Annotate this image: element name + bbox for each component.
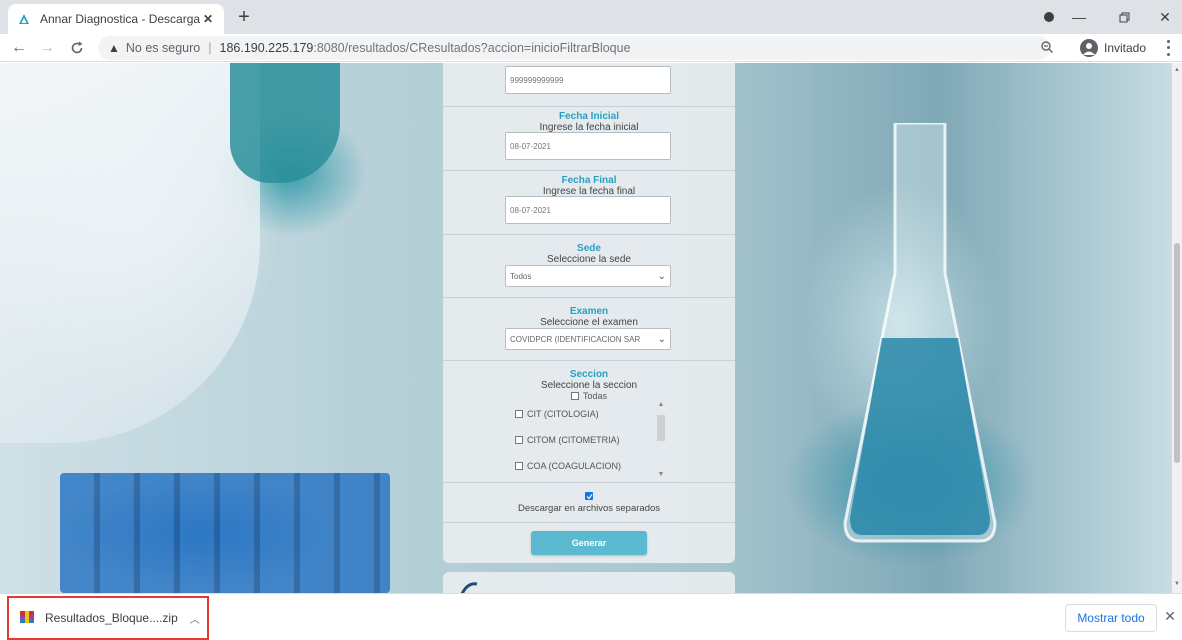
seccion-label: Seccion [569, 369, 609, 380]
avatar-icon [1080, 39, 1098, 57]
chevron-down-icon: ⌄ [657, 270, 666, 282]
sede-label: Sede [577, 243, 601, 254]
scroll-thumb[interactable] [657, 415, 665, 441]
filter-form: 999999999999 Fecha Inicial Ingrese la fe… [443, 63, 735, 563]
examen-selected-value: COVIDPCR (IDENTIFICACION SAR [510, 334, 641, 344]
seccion-all-option[interactable]: Todas [443, 391, 735, 401]
separate-files-label: Descargar en archivos separados [517, 503, 661, 514]
seccion-option-checkbox[interactable] [515, 462, 523, 470]
seccion-list[interactable]: CIT (CITOLOGIA) CITOM (CITOMETRIA) COA (… [515, 401, 669, 479]
seccion-option[interactable]: CITOM (CITOMETRIA) [515, 427, 669, 453]
scroll-down-icon[interactable]: ▼ [1174, 581, 1180, 587]
tab-title: Annar Diagnostica - Descarga W [40, 12, 200, 26]
reload-icon[interactable] [66, 37, 88, 59]
fecha-final-label: Fecha Final [561, 175, 617, 186]
sede-selected-value: Todos [510, 271, 532, 281]
seccion-option-label: COA (COAGULACION) [527, 461, 622, 471]
download-item[interactable]: Resultados_Bloque....zip ︿ [7, 596, 209, 640]
background-flask [843, 123, 997, 543]
fecha-inicial-block: Fecha Inicial Ingrese la fecha inicial 0… [443, 107, 735, 171]
fecha-final-block: Fecha Final Ingrese la fecha final 08-07… [443, 171, 735, 235]
page-scrollbar[interactable]: ▲ ▼ [1172, 63, 1182, 593]
show-all-button[interactable]: Mostrar todo [1065, 604, 1157, 632]
chevron-up-icon[interactable]: ︿ [190, 611, 200, 626]
seccion-option-label: CITOM (CITOMETRIA) [527, 435, 620, 445]
close-icon[interactable]: ✕ [1162, 608, 1178, 624]
seccion-hint: Seleccione la seccion [540, 380, 638, 391]
profile-label: Invitado [1104, 41, 1147, 55]
forward-arrow-icon[interactable]: → [36, 37, 58, 59]
seccion-option[interactable]: COA (COAGULACION) [515, 453, 669, 479]
archive-file-icon [19, 609, 35, 628]
page-scroll-thumb[interactable] [1174, 243, 1180, 463]
chevron-down-icon: ⌄ [657, 333, 666, 345]
seccion-option-checkbox[interactable] [515, 436, 523, 444]
separate-files-checkbox[interactable] [443, 492, 735, 500]
examen-select[interactable]: COVIDPCR (IDENTIFICACION SAR ⌄ [505, 328, 671, 350]
background-labcoat [0, 63, 260, 443]
url-path[interactable]: :8080/resultados/CResultados?accion=inic… [313, 41, 630, 55]
tab-close-icon[interactable]: ✕ [200, 11, 216, 27]
secondary-panel [443, 572, 735, 597]
identifier-input[interactable]: 999999999999 [505, 66, 671, 94]
sede-select[interactable]: Todos ⌄ [505, 265, 671, 287]
sede-hint: Seleccione la sede [547, 254, 631, 265]
omnibox-separator: | [208, 41, 212, 55]
warning-icon[interactable]: ▲ [108, 41, 120, 55]
scroll-up-icon[interactable]: ▲ [658, 401, 665, 409]
sede-block: Sede Seleccione la sede Todos ⌄ [443, 235, 735, 298]
seccion-option[interactable]: CIT (CITOLOGIA) [515, 401, 669, 427]
seccion-all-checkbox[interactable] [570, 392, 579, 400]
background-test-tube-rack [60, 473, 390, 593]
minimize-button[interactable]: — [1064, 6, 1094, 28]
examen-label: Examen [569, 306, 609, 317]
tab-strip: Annar Diagnostica - Descarga W ✕ + — ✕ [0, 0, 1182, 34]
fecha-inicial-label: Fecha Inicial [558, 111, 620, 122]
site-favicon-icon [16, 11, 32, 27]
checkmark-icon[interactable] [585, 492, 593, 500]
security-label[interactable]: No es seguro [126, 41, 200, 55]
fecha-final-input[interactable]: 08-07-2021 [505, 196, 671, 224]
separate-files-block: Descargar en archivos separados [443, 483, 735, 523]
profile-button[interactable]: Invitado [1080, 37, 1146, 59]
fecha-inicial-input[interactable]: 08-07-2021 [505, 132, 671, 160]
extension-icon[interactable] [1034, 6, 1064, 28]
close-window-button[interactable]: ✕ [1150, 6, 1180, 28]
seccion-list-scrollbar[interactable]: ▲ ▼ [655, 401, 667, 479]
browser-toolbar: ← → ▲ No es seguro | 186.190.225.179:808… [0, 34, 1182, 62]
generate-button[interactable]: Generar [531, 531, 647, 555]
examen-block: Examen Seleccione el examen COVIDPCR (ID… [443, 298, 735, 361]
url-host[interactable]: 186.190.225.179 [220, 41, 314, 55]
browser-tab[interactable]: Annar Diagnostica - Descarga W ✕ [8, 4, 224, 34]
zoom-icon[interactable] [1040, 40, 1056, 56]
download-shelf: Resultados_Bloque....zip ︿ Mostrar todo … [0, 593, 1182, 640]
download-file-name: Resultados_Bloque....zip [45, 611, 178, 625]
examen-hint: Seleccione el examen [540, 317, 638, 328]
new-tab-button[interactable]: + [232, 6, 256, 30]
restore-button[interactable] [1109, 6, 1139, 28]
background-glove [230, 63, 340, 183]
scroll-up-icon[interactable]: ▲ [1174, 67, 1180, 73]
identifier-block: 999999999999 [443, 63, 735, 107]
address-bar[interactable]: ▲ No es seguro | 186.190.225.179:8080/re… [98, 36, 1050, 60]
seccion-block: Seccion Seleccione la seccion Todas CIT … [443, 361, 735, 483]
seccion-option-checkbox[interactable] [515, 410, 523, 418]
seccion-all-label: Todas [582, 391, 608, 401]
scroll-down-icon[interactable]: ▼ [658, 471, 665, 479]
seccion-option-label: CIT (CITOLOGIA) [527, 409, 599, 419]
menu-dots-icon[interactable] [1160, 38, 1176, 58]
back-arrow-icon[interactable]: ← [8, 37, 30, 59]
